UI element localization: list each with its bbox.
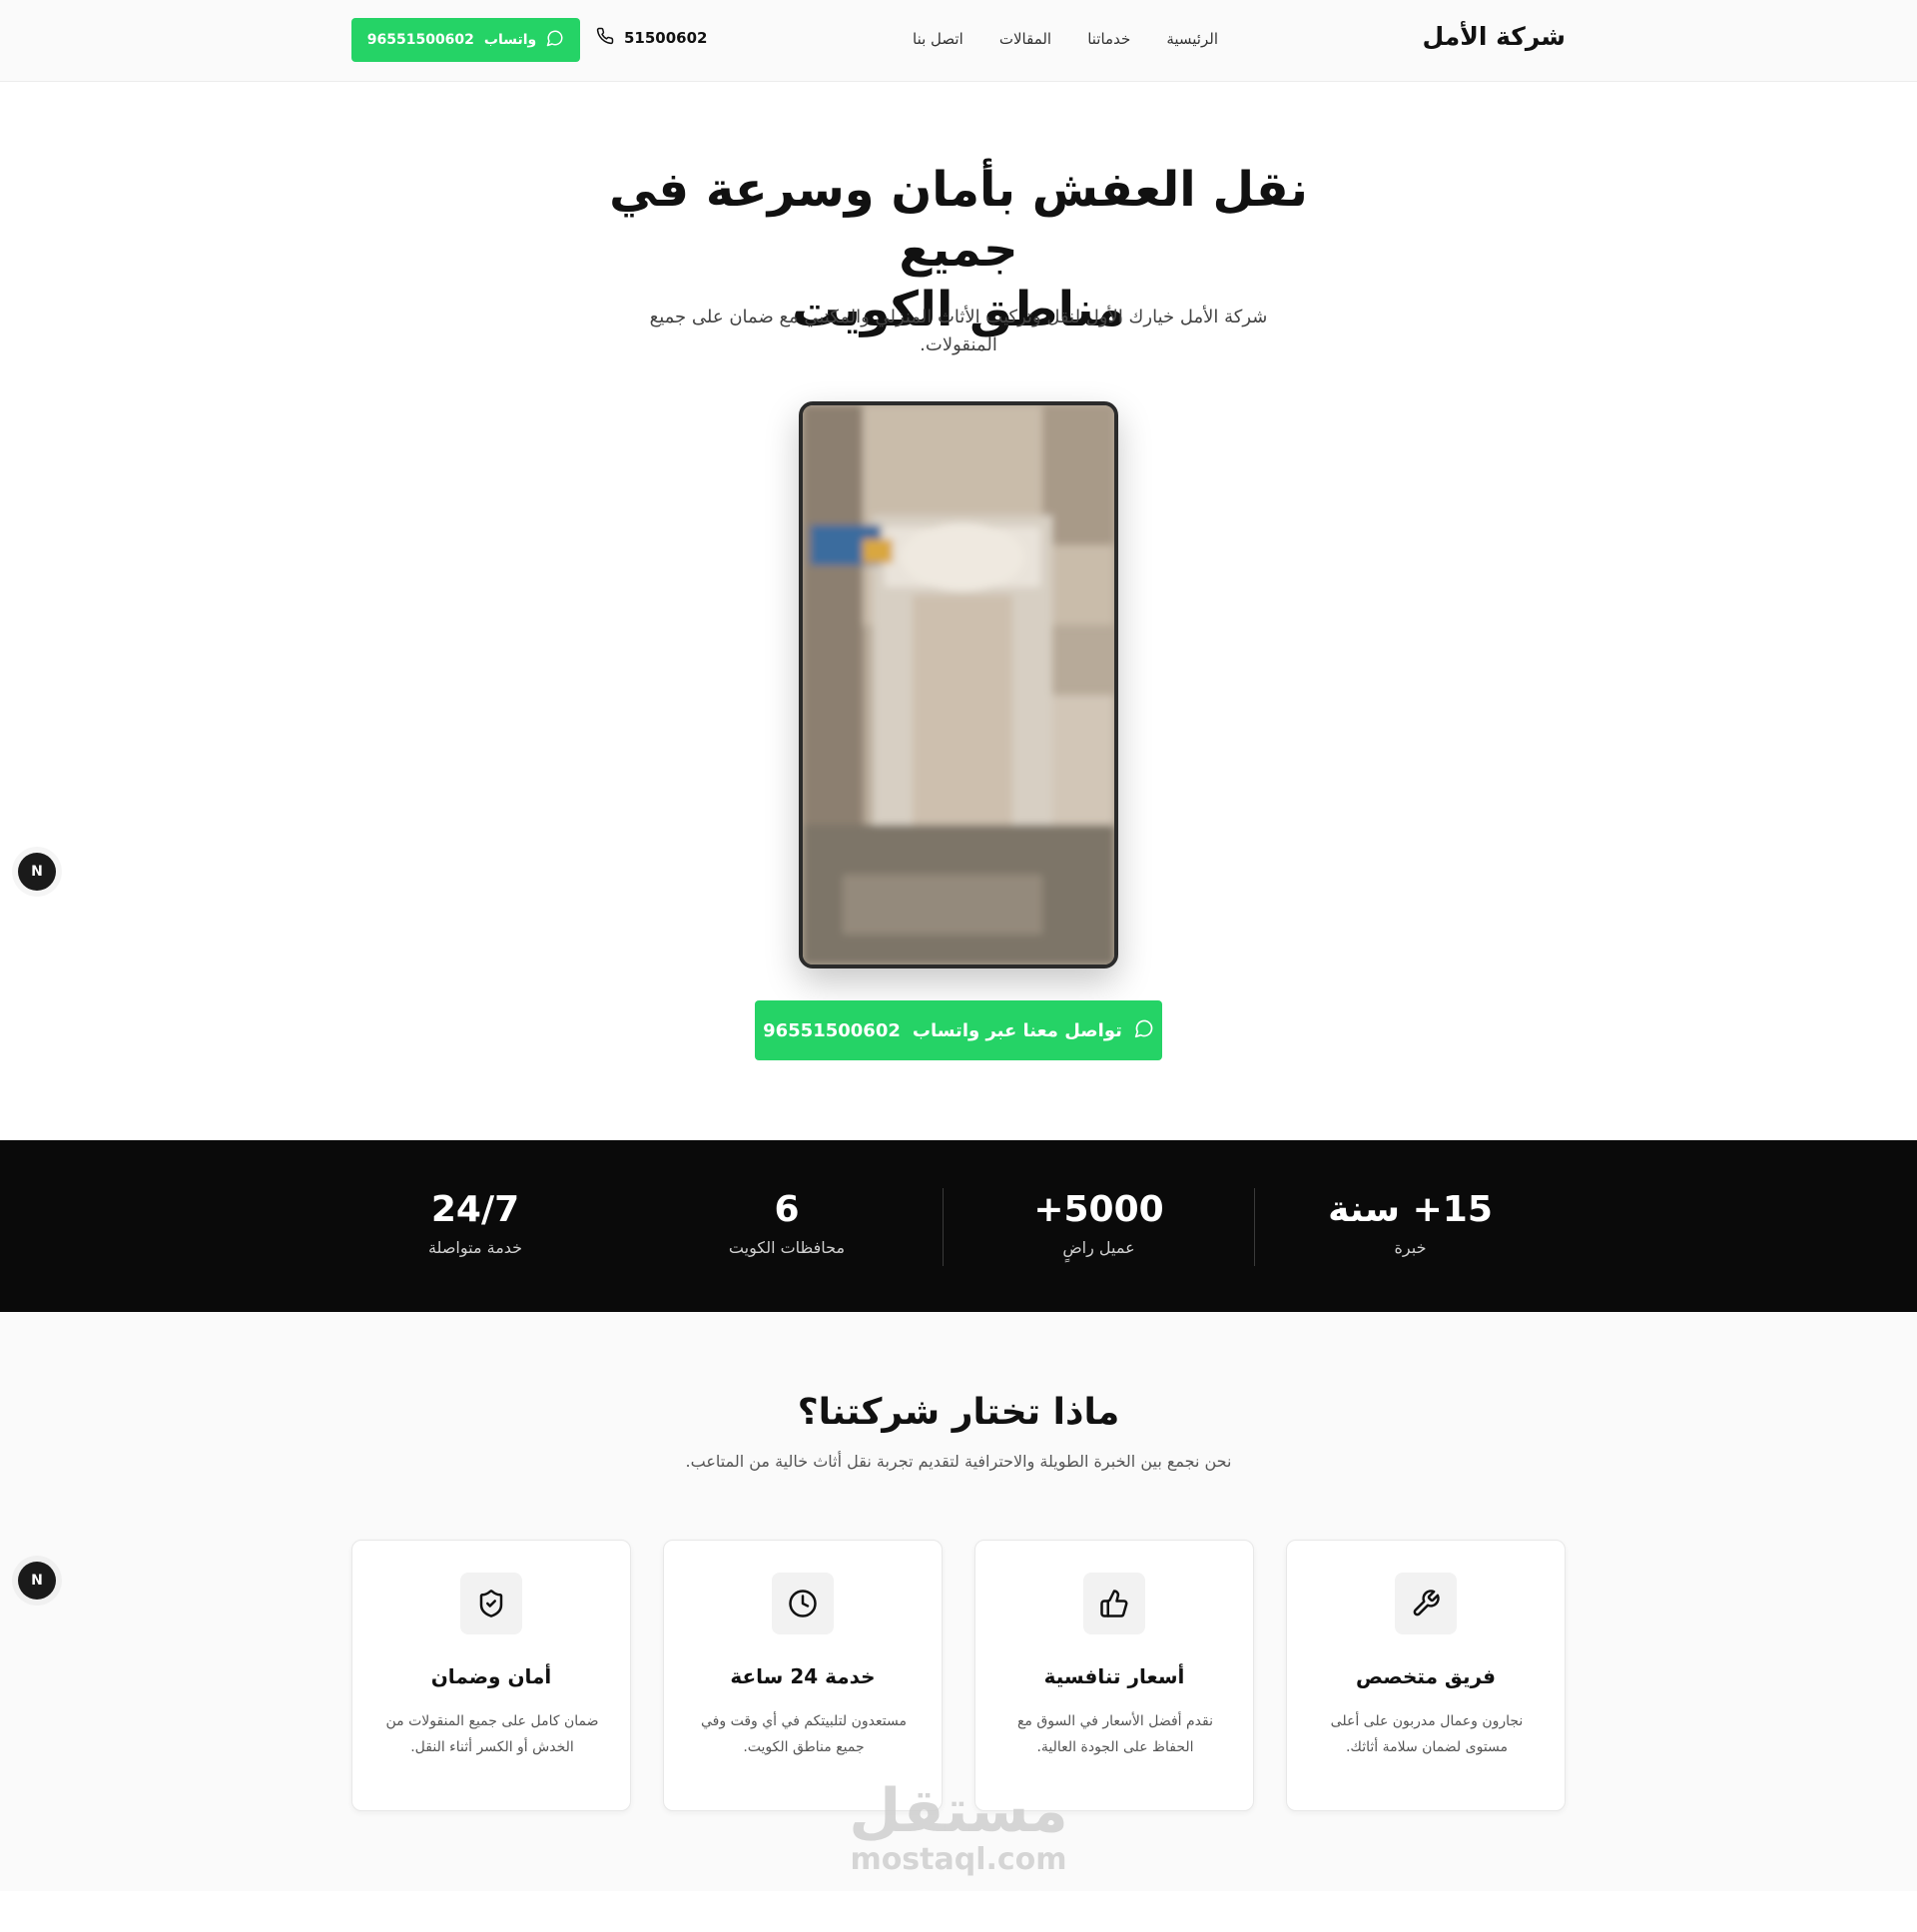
header-whatsapp-button[interactable]: واتساب 96551500602 (351, 18, 580, 62)
brand-logo[interactable]: شركة الأمل (1422, 22, 1566, 51)
wrench-icon (1395, 1573, 1457, 1634)
stat-experience: 15+ سنة خبرة (1254, 1188, 1566, 1266)
hero-subtitle: شركة الأمل خيارك الأول لنقل وتركيب الأثا… (619, 304, 1298, 359)
watermark-arabic: مستقل (849, 1776, 1068, 1846)
feature-card-prices: أسعار تنافسية نقدم أفضل الأسعار في السوق… (974, 1540, 1254, 1811)
header-phone-number: 51500602 (624, 29, 708, 47)
feature-card-title: فريق متخصص (1356, 1664, 1496, 1688)
nav-contact[interactable]: اتصل بنا (913, 30, 963, 48)
why-us-title: ماذا تختار شركتنا؟ (797, 1392, 1120, 1433)
feature-card-title: خدمة 24 ساعة (730, 1664, 876, 1688)
watermark-latin: mostaql.com (850, 1842, 1067, 1877)
stat-label: عميل راضٍ (1062, 1238, 1135, 1257)
stat-value: 24/7 (430, 1189, 520, 1230)
feature-card-desc: نقدم أفضل الأسعار في السوق مع الحفاظ على… (1016, 1713, 1213, 1755)
why-us-subtitle: نحن نجمع بين الخبرة الطويلة والاحترافية … (685, 1452, 1232, 1471)
phone-icon (596, 27, 614, 49)
hero-subtitle-line2: المنقولات. (920, 334, 997, 355)
nav-services[interactable]: خدماتنا (1087, 30, 1130, 48)
feature-card-safety: أمان وضمان ضمان كامل على جميع المنقولات … (351, 1540, 631, 1811)
feature-card-desc: ضمان كامل على جميع المنقولات من الخدش أو… (385, 1713, 599, 1755)
feature-card-desc: مستعدون لتلبيتكم في أي وقت وفي جميع مناط… (701, 1713, 907, 1755)
stat-label: محافظات الكويت (728, 1238, 846, 1257)
header-phone-link[interactable]: 51500602 (596, 27, 708, 49)
whatsapp-icon (546, 29, 564, 51)
floating-badge-n[interactable]: N (18, 853, 56, 891)
stat-availability: 24/7 خدمة متواصلة (320, 1188, 631, 1266)
feature-card-title: أمان وضمان (430, 1664, 552, 1688)
hero-video-frame (803, 405, 1114, 965)
floating-badge-n[interactable]: N (18, 1562, 56, 1600)
feature-card-team: فريق متخصص نجارون وعمال مدربون على أعلى … (1286, 1540, 1566, 1811)
whatsapp-icon (1134, 1018, 1154, 1043)
main-nav: الرئيسية خدماتنا المقالات اتصل بنا (913, 30, 1218, 48)
nav-home[interactable]: الرئيسية (1166, 30, 1218, 48)
stat-label: خدمة متواصلة (427, 1238, 523, 1257)
feature-card-title: أسعار تنافسية (1043, 1664, 1185, 1688)
stat-label: خبرة (1394, 1238, 1427, 1257)
thumbs-up-icon (1083, 1573, 1145, 1634)
feature-card-desc: نجارون وعمال مدربون على أعلى مستوى لضمان… (1330, 1713, 1524, 1755)
nav-articles[interactable]: المقالات (999, 30, 1051, 48)
hero-cta-label: تواصل معنا عبر واتساب (912, 1019, 1122, 1041)
feature-card-24h: خدمة 24 ساعة مستعدون لتلبيتكم في أي وقت … (663, 1540, 943, 1811)
stats-bar: 15+ سنة خبرة 5000+ عميل راضٍ 6 محافظات ا… (0, 1140, 1917, 1312)
site-header: شركة الأمل الرئيسية خدماتنا المقالات اتص… (0, 0, 1917, 82)
stat-value: 6 (774, 1189, 800, 1230)
hero-video[interactable] (799, 401, 1118, 968)
hero-whatsapp-cta[interactable]: تواصل معنا عبر واتساب 96551500602 (755, 1000, 1162, 1060)
stat-governorates: 6 محافظات الكويت (631, 1188, 943, 1266)
header-whatsapp-number: 96551500602 (366, 32, 474, 48)
hero-title-line1: نقل العفش بأمان وسرعة في جميع (609, 162, 1308, 278)
watermark: مستقل mostaql.com (839, 1779, 1078, 1877)
hero-subtitle-line1: شركة الأمل خيارك الأول لنقل وتركيب الأثا… (649, 307, 1268, 327)
stat-value: 15+ سنة (1328, 1189, 1493, 1230)
stat-clients: 5000+ عميل راضٍ (943, 1188, 1254, 1266)
shield-check-icon (460, 1573, 522, 1634)
hero-cta-number: 96551500602 (763, 1019, 901, 1041)
stat-value: 5000+ (1033, 1189, 1164, 1230)
header-whatsapp-label: واتساب (483, 32, 537, 48)
clock-icon (772, 1573, 834, 1634)
